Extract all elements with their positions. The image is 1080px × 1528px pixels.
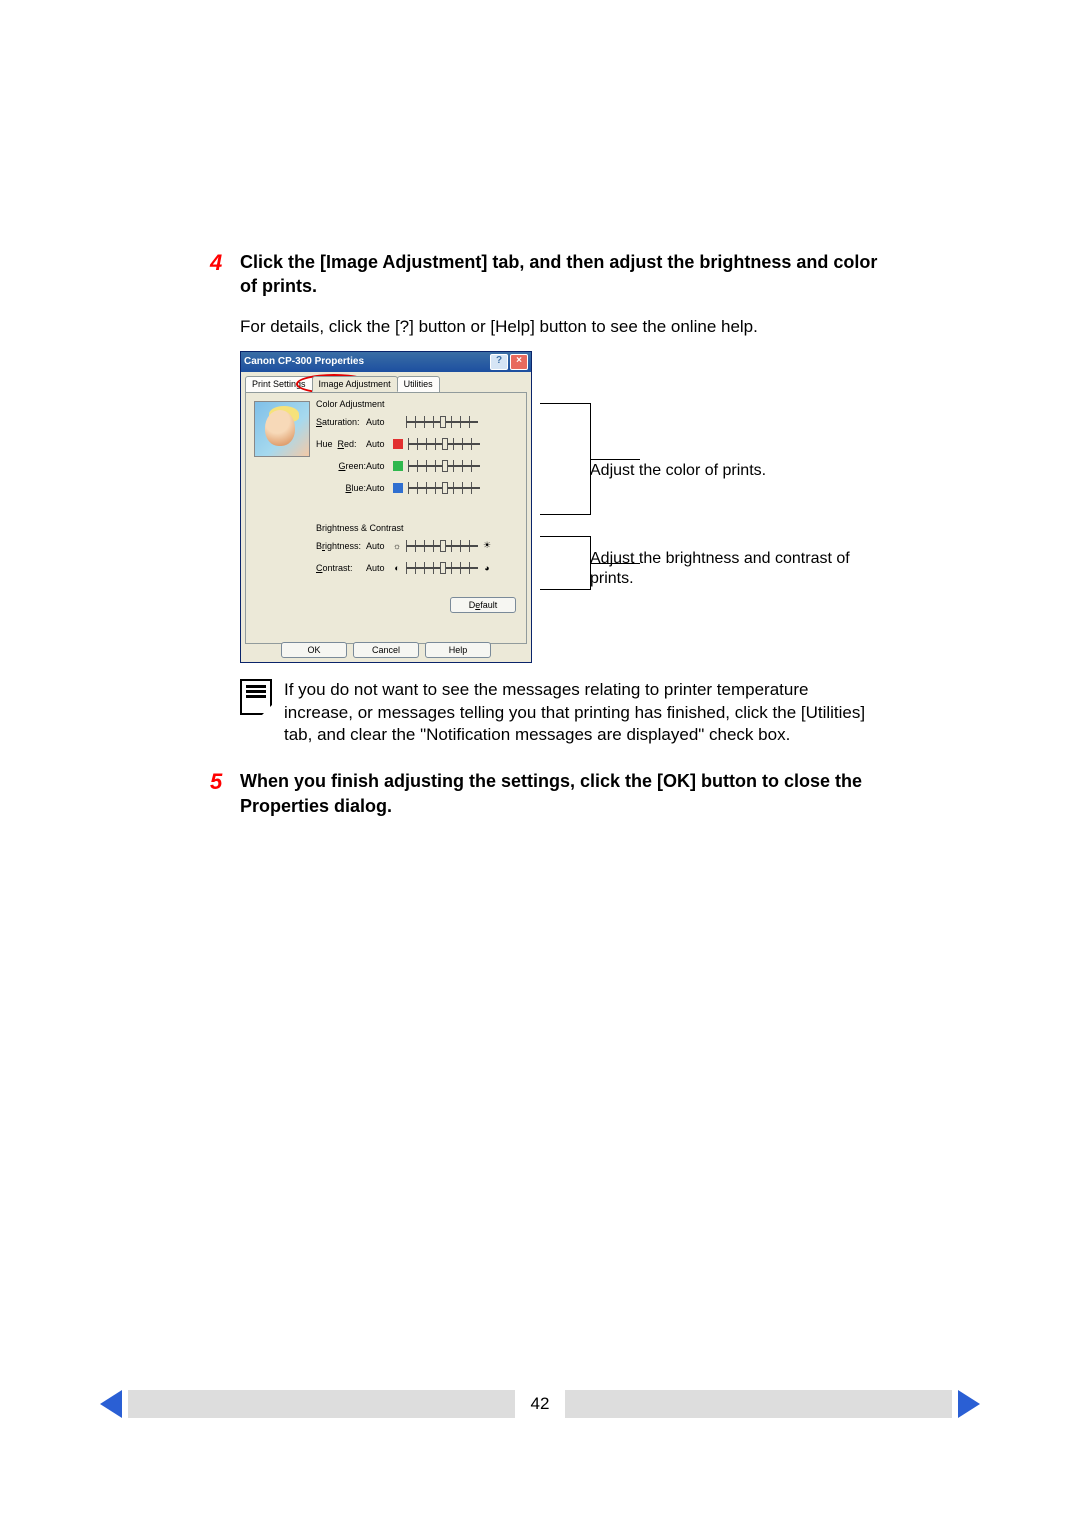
step-body: When you finish adjusting the settings, …: [240, 769, 880, 818]
preview-thumbnail: [254, 401, 310, 457]
value-green: Auto: [366, 461, 390, 471]
prev-page-arrow-icon[interactable]: [100, 1390, 122, 1418]
swatch-red-icon: [393, 439, 403, 449]
help-window-button[interactable]: ?: [490, 354, 508, 370]
label-green: Green:: [316, 461, 366, 471]
next-page-arrow-icon[interactable]: [958, 1390, 980, 1418]
slider-hue-red[interactable]: [408, 438, 480, 450]
slider-brightness[interactable]: [406, 540, 478, 552]
tab-pane: Color Adjustment Saturation: Auto Hue Re…: [245, 392, 527, 644]
label-blue: Blue:: [316, 483, 366, 493]
page-footer: 42: [0, 1390, 1080, 1418]
value-brightness: Auto: [366, 541, 390, 551]
row-contrast: Contrast: Auto ◐ ◕: [316, 557, 494, 579]
note-text: If you do not want to see the messages r…: [284, 679, 880, 748]
row-saturation: Saturation: Auto: [316, 411, 482, 433]
step-body: Click the [Image Adjustment] tab, and th…: [240, 250, 880, 299]
dialog-button-row: OK Cancel Help: [241, 642, 531, 658]
group-color-title: Color Adjustment: [316, 399, 482, 409]
figure-wrapper: Canon CP-300 Properties ? × Print Settin…: [240, 351, 880, 661]
swatch-green-icon: [393, 461, 403, 471]
note-block: If you do not want to see the messages r…: [240, 679, 880, 748]
contrast-high-icon: ◕: [480, 563, 494, 573]
row-blue: Blue: Auto: [316, 477, 482, 499]
label-saturation: Saturation:: [316, 417, 366, 427]
default-button-row: Default: [450, 597, 516, 613]
slider-saturation[interactable]: [406, 416, 478, 428]
sun-dim-icon: ☼: [390, 541, 404, 551]
sun-bright-icon: ☀: [480, 540, 494, 551]
dialog-title: Canon CP-300 Properties: [244, 356, 490, 367]
default-button[interactable]: Default: [450, 597, 516, 613]
step-5-title: When you finish adjusting the settings, …: [240, 769, 880, 818]
group-bc-title: Brightness & Contrast: [316, 523, 494, 533]
value-saturation: Auto: [366, 417, 390, 427]
step-number: 4: [210, 250, 240, 299]
tab-utilities[interactable]: Utilities: [397, 376, 440, 392]
value-hue-red: Auto: [366, 439, 390, 449]
slider-contrast[interactable]: [406, 562, 478, 574]
row-hue-red: Hue Red: Auto: [316, 433, 482, 455]
label-contrast: Contrast:: [316, 563, 366, 573]
page-number: 42: [515, 1394, 565, 1414]
footer-bar-left: [128, 1390, 515, 1418]
step-5: 5 When you finish adjusting the settings…: [210, 769, 880, 818]
step-4-title: Click the [Image Adjustment] tab, and th…: [240, 250, 880, 299]
footer-bar-right: [565, 1390, 952, 1418]
group-color-adjustment: Color Adjustment Saturation: Auto Hue Re…: [316, 399, 482, 499]
group-brightness-contrast: Brightness & Contrast Brightness: Auto ☼…: [316, 523, 494, 579]
contrast-low-icon: ◐: [390, 563, 404, 573]
ok-button[interactable]: OK: [281, 642, 347, 658]
row-brightness: Brightness: Auto ☼ ☀: [316, 535, 494, 557]
step-number: 5: [210, 769, 240, 818]
properties-dialog: Canon CP-300 Properties ? × Print Settin…: [240, 351, 532, 663]
step-4: 4 Click the [Image Adjustment] tab, and …: [210, 250, 880, 299]
tabstrip: Print Settings Image Adjustment Utilitie…: [241, 376, 531, 392]
callout-brightness: Adjust the brightness and contrast of pr…: [590, 549, 880, 591]
bracket-color: [540, 403, 591, 515]
tab-print-settings[interactable]: Print Settings: [245, 376, 313, 392]
label-brightness: Brightness:: [316, 541, 366, 551]
slider-blue[interactable]: [408, 482, 480, 494]
bracket-brightness: [540, 536, 591, 590]
swatch-blue-icon: [393, 483, 403, 493]
close-window-button[interactable]: ×: [510, 354, 528, 370]
value-blue: Auto: [366, 483, 390, 493]
tab-image-adjustment[interactable]: Image Adjustment: [312, 376, 398, 392]
row-green: Green: Auto: [316, 455, 482, 477]
callout-color: Adjust the color of prints.: [590, 461, 766, 482]
help-button[interactable]: Help: [425, 642, 491, 658]
step-4-subtext: For details, click the [?] button or [He…: [240, 317, 880, 337]
note-icon: [240, 679, 272, 715]
page: 4 Click the [Image Adjustment] tab, and …: [0, 0, 1080, 1528]
label-hue-red: Hue Red:: [316, 439, 366, 449]
cancel-button[interactable]: Cancel: [353, 642, 419, 658]
slider-green[interactable]: [408, 460, 480, 472]
titlebar: Canon CP-300 Properties ? ×: [241, 352, 531, 372]
value-contrast: Auto: [366, 563, 390, 573]
